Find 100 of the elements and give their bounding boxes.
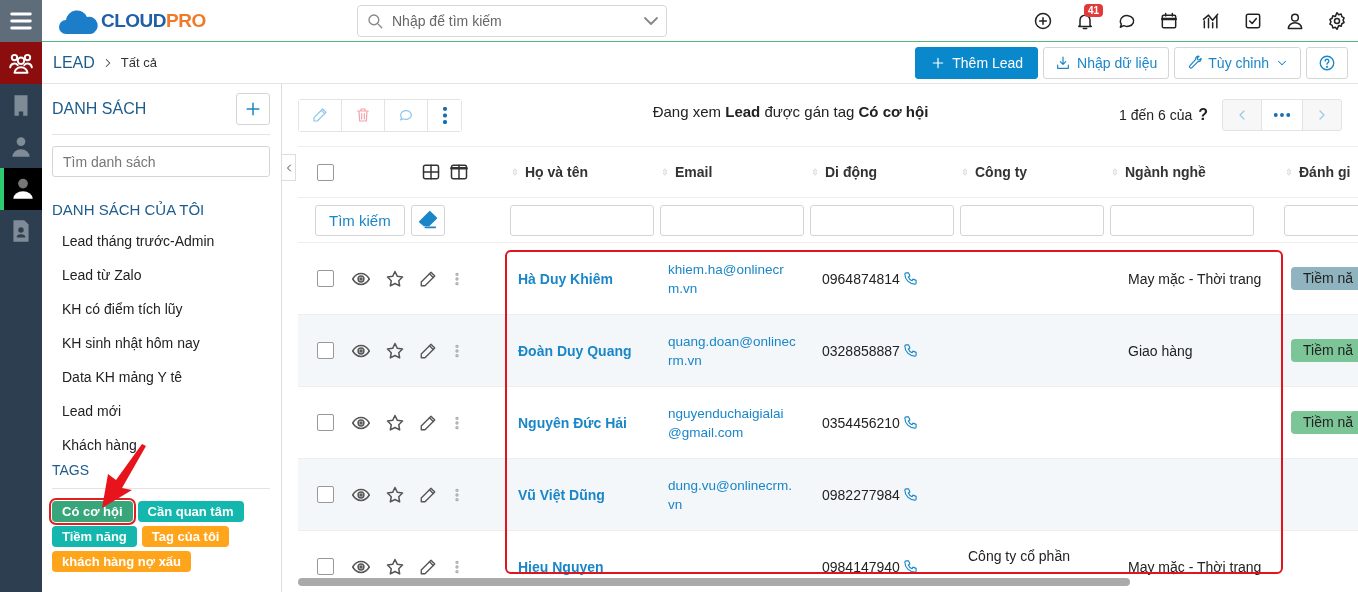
sort-icon xyxy=(510,165,520,179)
import-button[interactable]: Nhập dữ liệu xyxy=(1043,46,1170,79)
pencil-icon xyxy=(312,107,328,123)
horizontal-scrollbar[interactable] xyxy=(298,578,1130,586)
filter-field[interactable] xyxy=(510,204,654,236)
customize-button[interactable]: Tùy chỉnh xyxy=(1174,46,1301,79)
tag[interactable]: Tiềm năng xyxy=(52,526,137,547)
add-lead-button[interactable]: Thêm Lead xyxy=(915,46,1039,79)
pencil-icon[interactable] xyxy=(419,341,437,360)
columns-icon[interactable] xyxy=(449,162,469,182)
phone-number: 0354456210 xyxy=(822,414,900,431)
tag[interactable]: Cần quan tâm xyxy=(137,501,244,522)
person-nav-item[interactable] xyxy=(0,168,42,210)
paging-help[interactable]: ? xyxy=(1198,106,1208,124)
list-item[interactable]: KH sinh nhật hôm nay xyxy=(52,326,270,360)
add-icon xyxy=(1033,10,1053,31)
phone-icon[interactable] xyxy=(902,343,918,358)
list-item[interactable]: Khách hàng xyxy=(52,428,270,462)
row-checkbox[interactable] xyxy=(317,558,334,575)
email-link[interactable]: khiem.ha@onlinecrm.vn xyxy=(660,259,796,298)
chevron-down-icon xyxy=(644,16,658,25)
select-all-checkbox[interactable] xyxy=(317,163,334,181)
help-icon xyxy=(1318,53,1336,72)
phone-icon[interactable] xyxy=(902,415,918,430)
pencil-icon[interactable] xyxy=(419,413,437,432)
collapse-button[interactable] xyxy=(282,154,296,181)
phone-number: 0982277984 xyxy=(822,486,900,503)
star-icon[interactable] xyxy=(385,340,405,361)
list-item[interactable]: KH có điểm tích lũy xyxy=(52,292,270,326)
pencil-icon[interactable] xyxy=(419,269,437,288)
sort-icon xyxy=(1110,165,1120,179)
search-bar[interactable]: Nhập để tìm kiếm xyxy=(357,4,667,37)
section-heading: DANH SÁCH CỦA TÔI xyxy=(52,201,206,218)
sort-icon xyxy=(810,165,820,179)
column-header[interactable]: Đánh gi xyxy=(1284,164,1358,180)
list-search-field[interactable]: Tìm danh sách xyxy=(52,146,270,177)
phone-number: 0328858887 xyxy=(822,342,900,359)
industry-text: Giao hàng xyxy=(1127,342,1193,359)
column-header[interactable]: Họ và tên xyxy=(510,164,660,180)
pencil-icon[interactable] xyxy=(419,485,437,504)
lead-name-link[interactable]: Đoàn Duy Quang xyxy=(510,342,632,359)
lead-name-link[interactable]: Vũ Việt Dũng xyxy=(510,486,605,503)
phone-icon[interactable] xyxy=(902,487,918,502)
rating-tag: Tiềm nă xyxy=(1291,339,1358,362)
row-checkbox[interactable] xyxy=(317,270,334,287)
lead-name-link[interactable]: Nguyên Đức Hải xyxy=(510,414,627,431)
column-header[interactable]: Di động xyxy=(810,164,960,180)
list-heading: DANH SÁCH xyxy=(52,100,147,118)
page-more-button[interactable] xyxy=(1261,100,1303,130)
trash-icon xyxy=(355,107,371,123)
wrench-icon xyxy=(1186,54,1203,71)
phone-icon[interactable] xyxy=(902,559,918,574)
lead-name-link[interactable]: Hà Duy Khiêm xyxy=(510,270,613,287)
industry-text: May mặc - Thời trang xyxy=(1127,558,1262,575)
sort-icon xyxy=(1284,165,1294,179)
phone-icon[interactable] xyxy=(902,271,918,286)
menu-nav-item[interactable] xyxy=(0,0,42,42)
search-icon xyxy=(366,11,384,30)
column-header[interactable]: Email xyxy=(660,164,810,180)
more-icon xyxy=(1274,113,1290,117)
grid-view-icon[interactable] xyxy=(421,162,441,182)
list-item[interactable]: Data KH mảng Y tê xyxy=(52,360,270,394)
column-header[interactable]: Công ty xyxy=(960,164,1110,180)
list-item[interactable]: Lead tháng trước-Admin xyxy=(52,224,270,258)
search-button[interactable]: Tìm kiếm xyxy=(315,204,405,236)
rating-tag: Tiềm nă xyxy=(1291,267,1358,290)
phone-number: 0984147940 xyxy=(822,558,900,575)
people-nav-item[interactable] xyxy=(0,42,42,84)
row-checkbox[interactable] xyxy=(317,414,334,431)
filter-field[interactable] xyxy=(1110,204,1254,236)
star-icon[interactable] xyxy=(385,556,405,577)
chat-icon xyxy=(398,107,414,123)
star-icon[interactable] xyxy=(385,268,405,289)
row-checkbox[interactable] xyxy=(317,342,334,359)
breadcrumb-link[interactable]: LEAD xyxy=(53,53,95,72)
pencil-icon[interactable] xyxy=(419,557,437,576)
email-link[interactable]: dung.vu@onlinecrm.vn xyxy=(660,475,796,514)
filter-description: Đang xem Lead được gán tag Có cơ hội xyxy=(651,102,930,120)
help-button[interactable] xyxy=(1306,46,1348,79)
filter-field[interactable] xyxy=(660,204,804,236)
add-list-button[interactable] xyxy=(236,93,270,125)
more-icon xyxy=(442,106,447,124)
row-checkbox[interactable] xyxy=(317,486,334,503)
email-link[interactable]: nguyenduchaigialai@gmail.com xyxy=(660,403,796,442)
email-link[interactable]: quang.doan@onlinecrm.vn xyxy=(660,331,796,370)
notification-badge: 41 xyxy=(1084,3,1104,17)
clear-filter-button[interactable] xyxy=(410,204,445,236)
settings-icon xyxy=(1327,10,1347,31)
star-icon[interactable] xyxy=(385,484,405,505)
breadcrumb-current: Tất cả xyxy=(120,55,157,70)
bell-button[interactable]: 41 xyxy=(1064,0,1106,41)
tag[interactable]: Có cơ hội xyxy=(52,501,133,522)
list-item[interactable]: Lead mới xyxy=(52,394,270,428)
list-item[interactable]: Lead từ Zalo xyxy=(52,258,270,292)
column-header[interactable]: Ngành nghề xyxy=(1110,164,1284,180)
filter-field[interactable] xyxy=(810,204,954,236)
filter-field[interactable] xyxy=(960,204,1104,236)
star-icon[interactable] xyxy=(385,412,405,433)
company-text: Công ty cổ phần xyxy=(967,548,1070,564)
logo: CLOUDPRO xyxy=(58,5,357,36)
